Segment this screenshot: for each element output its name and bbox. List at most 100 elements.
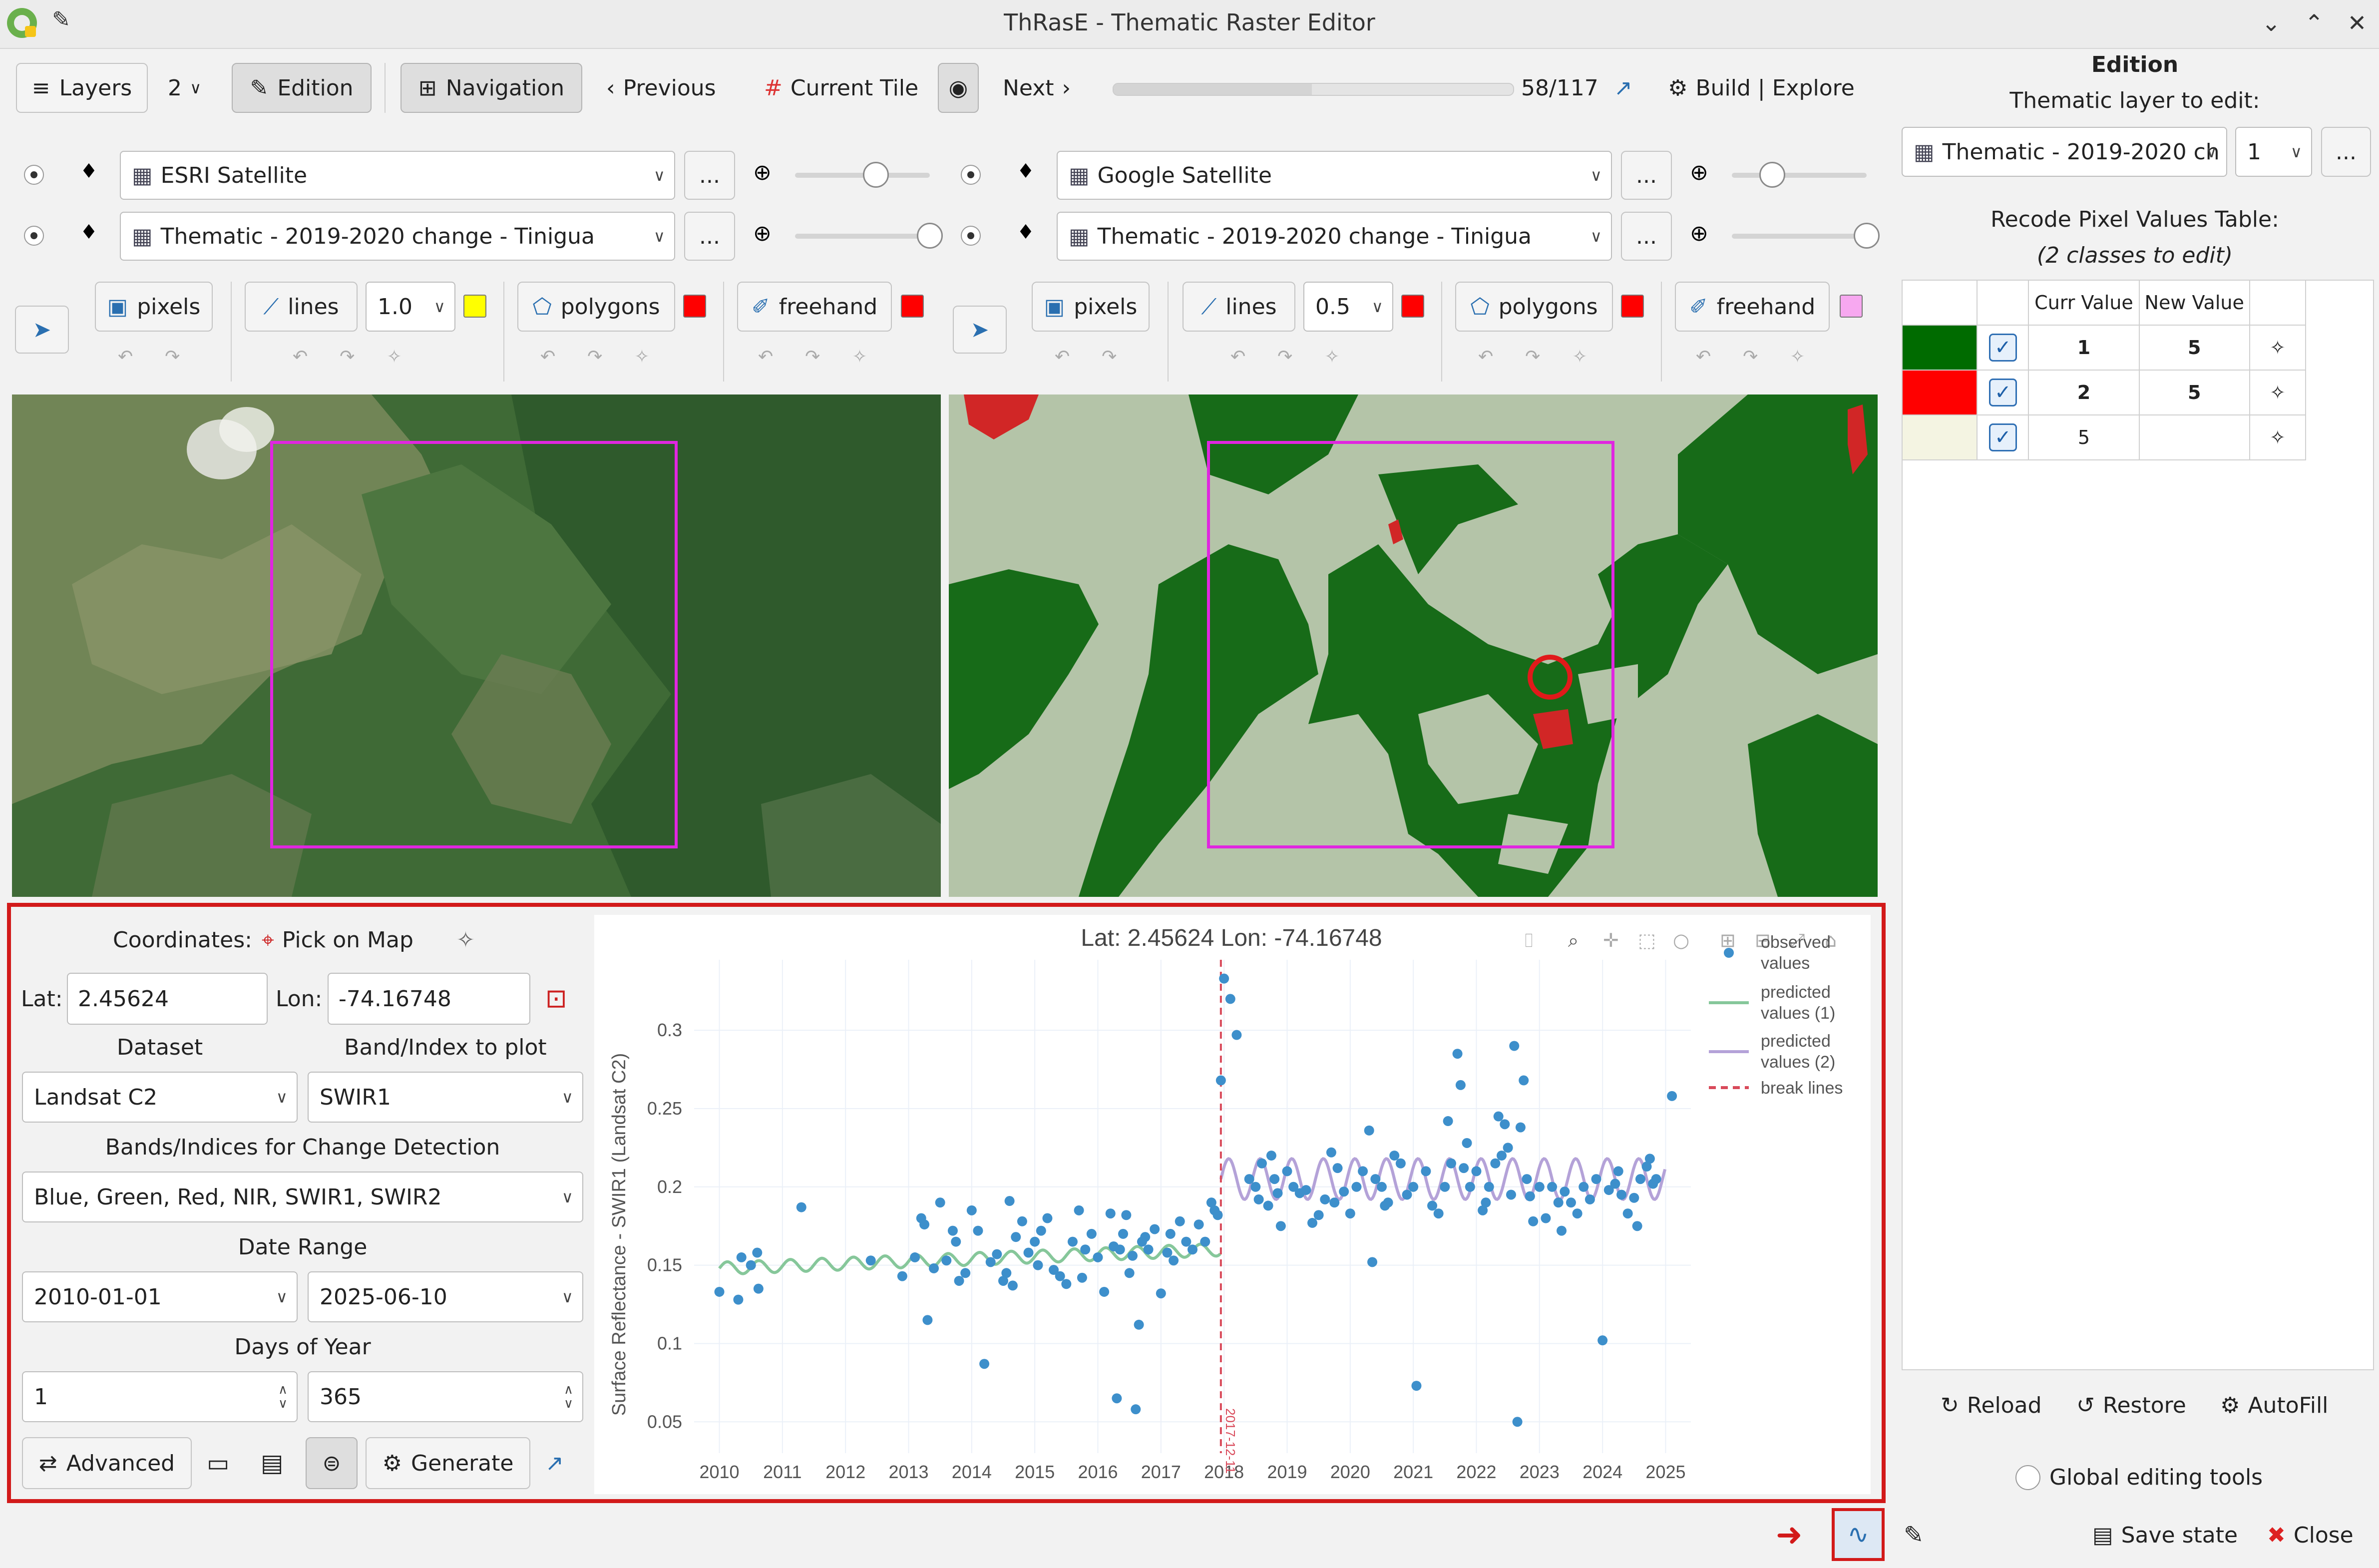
maximize-icon[interactable]: ⌃ xyxy=(2299,8,2329,38)
view2-layer2-opacity-knob[interactable] xyxy=(1854,223,1880,249)
box-select-icon[interactable]: ⬚ xyxy=(1638,929,1656,951)
view1-layer2-radio[interactable] xyxy=(24,226,44,246)
pan-icon[interactable]: ✛ xyxy=(1603,929,1619,951)
zoom-icon[interactable]: ⊕ xyxy=(753,160,772,185)
view1-layer1-combo[interactable]: ▦ ESRI Satellite ∨ xyxy=(120,151,675,200)
view2-layer2-radio[interactable] xyxy=(961,226,981,246)
redo-icon[interactable]: ↷ xyxy=(1102,347,1117,367)
clean-row-icon[interactable]: ✧ xyxy=(2249,414,2307,460)
view2-lines-tool[interactable]: ⟋ lines xyxy=(1183,282,1295,332)
lock-toggle-button[interactable]: ⊜ xyxy=(306,1437,358,1489)
zoom-icon[interactable]: ⊕ xyxy=(1690,160,1708,185)
undo-icon[interactable]: ↶ xyxy=(293,347,308,367)
undo-icon[interactable]: ↶ xyxy=(1696,347,1711,367)
view1-layer2-combo[interactable]: ▦ Thematic - 2019-2020 change - Tinigua ∨ xyxy=(120,212,675,261)
view1-layer2-more-button[interactable]: ... xyxy=(684,212,735,261)
row-checkbox[interactable]: ✓ xyxy=(1977,325,2029,371)
view2-freehand-tool[interactable]: ✐ freehand xyxy=(1675,282,1830,332)
save-state-button[interactable]: ▤ Save state xyxy=(2092,1511,2238,1559)
view1-layer1-opacity-slider[interactable] xyxy=(795,173,930,178)
save-plot-icon[interactable]: ▤ xyxy=(261,1437,283,1489)
link-map-icon[interactable]: ↗ xyxy=(545,1437,564,1489)
view2-map-canvas[interactable] xyxy=(949,394,1878,897)
close-button[interactable]: ✖ Close xyxy=(2267,1511,2354,1559)
view2-pixels-tool[interactable]: ▣ pixels xyxy=(1032,282,1150,332)
redo-icon[interactable]: ↷ xyxy=(1743,347,1758,367)
generate-button[interactable]: ⚙ Generate xyxy=(366,1437,530,1489)
view1-freehand-color[interactable] xyxy=(901,295,924,318)
undo-icon[interactable]: ↶ xyxy=(540,347,555,367)
view1-layer1-radio[interactable] xyxy=(24,165,44,185)
view1-lines-tool[interactable]: ⟋ lines xyxy=(245,282,358,332)
clear-pick-icon[interactable]: ✧ xyxy=(456,915,475,965)
view2-layer1-combo[interactable]: ▦ Google Satellite ∨ xyxy=(1057,151,1612,200)
minimize-icon[interactable]: ⌄ xyxy=(2256,8,2286,38)
lon-input[interactable]: -74.16748 xyxy=(328,973,530,1025)
close-window-icon[interactable]: ✕ xyxy=(2342,8,2372,38)
build-explore-button[interactable]: ⚙ Build | Explore xyxy=(1668,63,1855,113)
new-value-cell[interactable]: 5 xyxy=(2138,370,2250,415)
new-value-cell[interactable]: 5 xyxy=(2138,325,2250,371)
view2-pointer-tool[interactable]: ➤ xyxy=(953,306,1007,354)
lasso-icon[interactable]: ○ xyxy=(1673,929,1689,951)
view2-layer1-opacity-slider[interactable] xyxy=(1732,173,1867,178)
autofill-button[interactable]: ⚙ AutoFill xyxy=(2220,1380,2328,1430)
zoom-icon[interactable]: ⌕ xyxy=(1568,929,1579,951)
undo-icon[interactable]: ↶ xyxy=(118,347,133,367)
undo-icon[interactable]: ↶ xyxy=(1478,347,1493,367)
view1-polygons-color[interactable] xyxy=(683,295,706,318)
view2-layer2-opacity-slider[interactable] xyxy=(1732,234,1867,239)
view1-pixels-tool[interactable]: ▣ pixels xyxy=(95,282,213,332)
view2-layer1-opacity-knob[interactable] xyxy=(1759,162,1785,188)
undo-icon[interactable]: ↶ xyxy=(758,347,773,367)
next-button[interactable]: Next › xyxy=(1003,63,1071,113)
locate-point-icon[interactable]: ⊡ xyxy=(545,973,567,1025)
previous-button[interactable]: ‹ Previous xyxy=(606,63,716,113)
eye-toggle-button[interactable]: ◉ xyxy=(938,63,979,113)
navigation-button[interactable]: ⊞ Navigation xyxy=(400,63,582,113)
bands-cd-select[interactable]: Blue, Green, Red, NIR, SWIR1, SWIR2 ∨ xyxy=(22,1172,583,1222)
clean-icon[interactable]: ✧ xyxy=(1790,347,1805,367)
global-tools-radio[interactable] xyxy=(2015,1465,2040,1490)
clean-icon[interactable]: ✧ xyxy=(387,347,401,367)
date-start-select[interactable]: 2010-01-01 ∨ xyxy=(22,1271,298,1322)
clean-icon[interactable]: ✧ xyxy=(634,347,649,367)
time-series-toggle-button[interactable]: ∿ xyxy=(1832,1508,1885,1561)
brush-icon[interactable]: ♦ xyxy=(1017,221,1035,244)
view-count-selector[interactable]: 2 ∨ xyxy=(168,63,201,113)
pick-on-map-button[interactable]: ⌖ Pick on Map xyxy=(262,915,413,965)
row-checkbox[interactable]: ✓ xyxy=(1977,370,2029,415)
clean-icon[interactable]: ✧ xyxy=(1572,347,1587,367)
edition-button[interactable]: ✎ Edition xyxy=(232,63,372,113)
band-plot-select[interactable]: SWIR1 ∨ xyxy=(308,1072,583,1123)
clean-row-icon[interactable]: ✧ xyxy=(2249,325,2307,371)
reload-button[interactable]: ↻ Reload xyxy=(1941,1380,2042,1430)
view1-layer2-opacity-slider[interactable] xyxy=(795,234,930,239)
view1-pointer-tool[interactable]: ➤ xyxy=(15,306,69,354)
view2-polygons-tool[interactable]: ⬠ polygons xyxy=(1455,282,1613,332)
view1-layer2-opacity-knob[interactable] xyxy=(917,223,943,249)
dataset-select[interactable]: Landsat C2 ∨ xyxy=(22,1072,298,1123)
clean-row-icon[interactable]: ✧ xyxy=(2249,370,2307,415)
redo-icon[interactable]: ↷ xyxy=(1277,347,1292,367)
view1-freehand-tool[interactable]: ✐ freehand xyxy=(737,282,892,332)
restore-button[interactable]: ↺ Restore xyxy=(2076,1380,2186,1430)
go-to-tile-icon[interactable]: ↗ xyxy=(1614,63,1632,113)
redo-icon[interactable]: ↷ xyxy=(1525,347,1540,367)
brush-icon[interactable]: ♦ xyxy=(1017,160,1035,183)
view1-line-width-select[interactable]: 1.0 ∨ xyxy=(366,282,455,332)
view2-layer2-more-button[interactable]: ... xyxy=(1621,212,1672,261)
view2-layer1-more-button[interactable]: ... xyxy=(1621,151,1672,200)
thematic-more-button[interactable]: ... xyxy=(2321,127,2371,177)
redo-icon[interactable]: ↷ xyxy=(587,347,602,367)
view1-layer1-opacity-knob[interactable] xyxy=(863,162,889,188)
view1-map-canvas[interactable] xyxy=(12,394,941,897)
camera-icon[interactable]: ⌷ xyxy=(1523,929,1535,951)
view1-layer1-more-button[interactable]: ... xyxy=(684,151,735,200)
view2-line-width-select[interactable]: 0.5 ∨ xyxy=(1303,282,1393,332)
view2-lines-color[interactable] xyxy=(1401,295,1424,318)
row-checkbox[interactable]: ✓ xyxy=(1977,414,2029,460)
view1-lines-color[interactable] xyxy=(463,295,486,318)
doy-end-spinbox[interactable]: 365 ∧ ∨ xyxy=(308,1371,583,1422)
thematic-band-combo[interactable]: 1 ∨ xyxy=(2235,127,2312,177)
